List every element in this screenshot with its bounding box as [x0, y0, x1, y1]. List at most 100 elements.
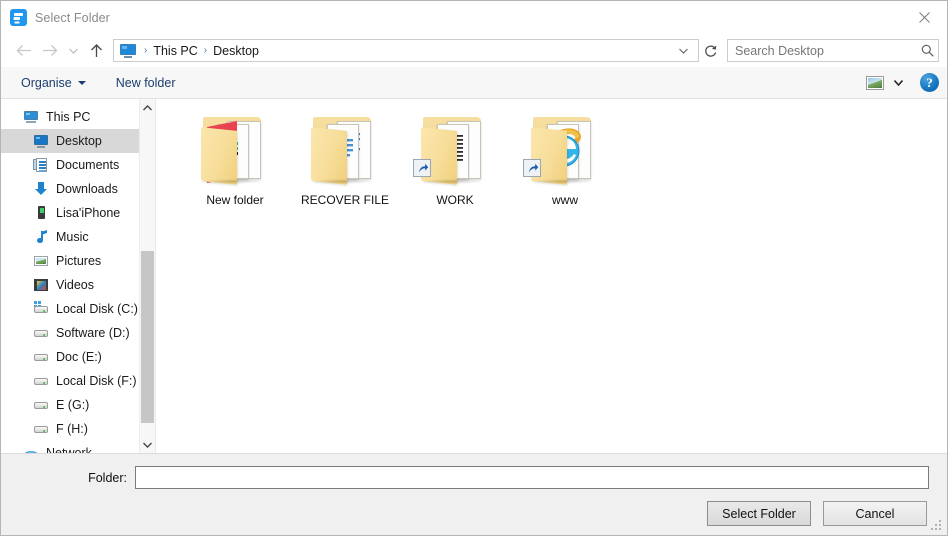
search-icon: [921, 44, 934, 57]
search-input[interactable]: [735, 44, 921, 58]
sidebar-item-desktop[interactable]: Desktop: [1, 129, 155, 153]
folder-input[interactable]: [135, 466, 929, 489]
breadcrumb-dropdown-button[interactable]: [673, 46, 694, 56]
scroll-up-button[interactable]: [140, 99, 155, 116]
new-folder-button[interactable]: New folder: [114, 73, 178, 93]
music-icon: [33, 229, 49, 245]
sidebar-item-documents[interactable]: Documents: [1, 153, 155, 177]
sidebar-item-label: Downloads: [56, 182, 118, 196]
chevron-down-icon: [69, 48, 78, 54]
sidebar-item-label: Lisa'iPhone: [56, 206, 120, 220]
sidebar-item-label: Music: [56, 230, 89, 244]
up-button[interactable]: [83, 38, 109, 64]
shortcut-overlay-icon: [413, 159, 431, 177]
help-button[interactable]: ?: [920, 73, 939, 92]
file-item-label: www: [552, 193, 578, 207]
navigation-list: This PC Desktop Documents Downloads Lisa: [1, 99, 155, 453]
sidebar-item-e-g[interactable]: E (G:): [1, 393, 155, 417]
sidebar-item-this-pc[interactable]: This PC: [1, 105, 155, 129]
sidebar-item-software-d[interactable]: Software (D:): [1, 321, 155, 345]
sidebar-item-local-disk-c[interactable]: Local Disk (C:): [1, 297, 155, 321]
chevron-down-icon: [78, 81, 86, 85]
sidebar-item-label: Doc (E:): [56, 350, 102, 364]
phone-icon: [33, 205, 49, 221]
sidebar-item-local-disk-f[interactable]: Local Disk (F:): [1, 369, 155, 393]
sidebar-item-doc-e[interactable]: Doc (E:): [1, 345, 155, 369]
folder-icon: [303, 113, 387, 187]
file-item-work[interactable]: WORK: [400, 111, 510, 223]
network-icon: [23, 445, 39, 453]
drive-icon: [33, 421, 49, 437]
breadcrumb[interactable]: › This PC › Desktop: [113, 39, 699, 62]
cancel-button[interactable]: Cancel: [823, 501, 927, 526]
sidebar-item-label: Local Disk (F:): [56, 374, 137, 388]
file-item-label: WORK: [436, 193, 473, 207]
sidebar-item-network[interactable]: Network: [1, 441, 155, 453]
view-options-dropdown[interactable]: [890, 80, 906, 86]
forward-button[interactable]: [37, 38, 63, 64]
window-title: Select Folder: [35, 11, 110, 25]
folder-app-icon: [10, 9, 27, 26]
back-button[interactable]: [11, 38, 37, 64]
folder-field-row: Folder:: [1, 454, 947, 489]
sidebar-item-f-h[interactable]: F (H:): [1, 417, 155, 441]
folder-field-label: Folder:: [19, 471, 127, 485]
breadcrumb-item-this-pc[interactable]: This PC: [153, 44, 197, 58]
command-toolbar: Organise New folder ?: [1, 67, 947, 99]
file-item-new-folder[interactable]: New folder: [180, 111, 290, 223]
drive-icon: [33, 325, 49, 341]
file-list[interactable]: New folder: [156, 99, 947, 453]
folder-icon: [193, 113, 277, 187]
breadcrumb-item-desktop[interactable]: Desktop: [213, 44, 259, 58]
chevron-up-icon: [143, 105, 152, 111]
windows-drive-icon: [33, 301, 49, 317]
sidebar-item-label: Videos: [56, 278, 94, 292]
sidebar-item-label: Local Disk (C:): [56, 302, 138, 316]
select-folder-button[interactable]: Select Folder: [707, 501, 811, 526]
navigation-pane: This PC Desktop Documents Downloads Lisa: [1, 99, 156, 453]
dialog-buttons: Select Folder Cancel: [1, 489, 947, 526]
close-button[interactable]: [901, 1, 947, 33]
sidebar-item-label: This PC: [46, 110, 90, 124]
view-options-icon: [866, 76, 884, 90]
breadcrumb-separator: ›: [204, 45, 207, 56]
drive-icon: [33, 349, 49, 365]
file-item-recover-file[interactable]: RECOVER FILE: [290, 111, 400, 223]
resize-grip-icon[interactable]: [931, 520, 943, 532]
up-arrow-icon: [89, 44, 104, 58]
sidebar-item-downloads[interactable]: Downloads: [1, 177, 155, 201]
folder-shortcut-icon: [413, 113, 497, 187]
chevron-down-icon: [143, 442, 152, 448]
sidebar-item-music[interactable]: Music: [1, 225, 155, 249]
scroll-down-button[interactable]: [140, 436, 155, 453]
refresh-icon: [704, 44, 718, 58]
scrollbar-thumb[interactable]: [141, 251, 154, 423]
drive-icon: [33, 397, 49, 413]
recent-locations-button[interactable]: [63, 38, 83, 64]
dialog-content: This PC Desktop Documents Downloads Lisa: [1, 99, 947, 454]
sidebar-item-lisa-iphone[interactable]: Lisa'iPhone: [1, 201, 155, 225]
navigation-scrollbar[interactable]: [139, 99, 155, 453]
new-folder-label: New folder: [116, 76, 176, 90]
refresh-button[interactable]: [699, 39, 723, 62]
folder-shortcut-icon: [523, 113, 607, 187]
toolbar-right-group: ?: [864, 73, 939, 92]
documents-icon: [33, 157, 49, 173]
breadcrumb-separator: ›: [144, 45, 147, 56]
search-box[interactable]: [727, 39, 939, 62]
sidebar-item-label: E (G:): [56, 398, 89, 412]
shortcut-overlay-icon: [523, 159, 541, 177]
view-options-button[interactable]: [864, 74, 886, 92]
help-label: ?: [926, 76, 933, 89]
sidebar-item-label: Documents: [56, 158, 119, 172]
forward-arrow-icon: [42, 44, 58, 57]
title-bar: Select Folder: [1, 1, 947, 34]
drive-icon: [33, 373, 49, 389]
sidebar-item-videos[interactable]: Videos: [1, 273, 155, 297]
chevron-down-icon: [679, 48, 688, 54]
organise-button[interactable]: Organise: [19, 73, 88, 93]
sidebar-item-pictures[interactable]: Pictures: [1, 249, 155, 273]
downloads-icon: [33, 181, 49, 197]
computer-icon: [23, 109, 39, 125]
file-item-www[interactable]: www: [510, 111, 620, 223]
